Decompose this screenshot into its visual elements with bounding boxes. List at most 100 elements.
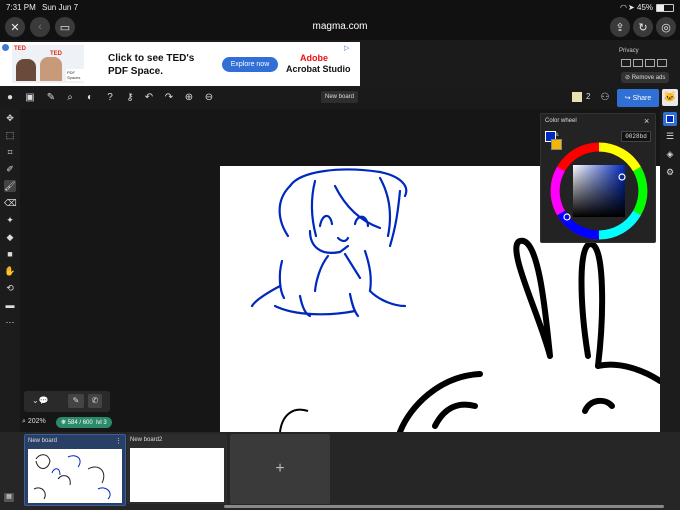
more-icon[interactable]: ⋯ (4, 316, 16, 328)
share-button[interactable]: ↪ Share (617, 89, 659, 107)
chat-icon[interactable]: ⌄💬 (32, 396, 49, 405)
board-thumbnail-sketch (33, 454, 111, 500)
privacy-link[interactable]: Privacy (619, 48, 639, 54)
select-icon[interactable]: ⬚ (4, 129, 16, 141)
brush-icon[interactable]: 🖌 (4, 180, 16, 192)
counter-value: 584 / 600 (67, 420, 93, 426)
boards-strip: New board ⋮ New board2 + ▦ (0, 432, 680, 510)
ad-cta-button[interactable]: Explore now (222, 57, 278, 72)
move-icon[interactable]: ✥ (4, 112, 16, 124)
right-panel-strip: ☰ ◈ ⚙ (660, 109, 680, 432)
wifi-icon: ◠ (620, 3, 627, 12)
battery-icon (656, 4, 674, 12)
canvas-counter-badge: ❋ 584 / 600 lvl 3 (56, 417, 112, 428)
zoom-indicator[interactable]: ⌕ 202% (22, 418, 46, 426)
ted-logo: TED (14, 46, 26, 52)
ad-thumb-label: PDF Spaces (66, 69, 84, 81)
ad-advertiser-2: Acrobat Studio (286, 64, 351, 74)
share-label: Share (632, 94, 652, 102)
ad-row: TED TED PDF Spaces Click to see TED's PD… (0, 40, 680, 87)
url-bar[interactable]: magma.com (0, 21, 680, 32)
brush-preset-icon[interactable]: ✎ (68, 394, 84, 408)
pencil-icon[interactable]: ✎ (45, 92, 57, 104)
eyedropper-icon[interactable]: ✐ (4, 163, 16, 175)
status-bar: 7:31 PM Sun Jun 7 ◠ ➤ 45% (0, 0, 680, 14)
share-sheet-icon[interactable]: ⇪ (610, 17, 630, 37)
remove-ads-button[interactable]: ⊘ Remove ads (621, 72, 670, 83)
board-thumbnail (28, 449, 122, 503)
browser-bar: ✕ ‹ ▭ magma.com ⇪ ↻ ◎ (0, 14, 680, 40)
profile-avatar[interactable]: 🐱 (662, 89, 678, 106)
ad-headline-2: PDF Space. (108, 66, 164, 77)
top-toolbar: ● ▣ ✎ ⌕ ◐ ? ⚷ ↶ ↷ ⊕ ⊖ New board 2 ⚇ ↪ Sh… (0, 87, 680, 110)
user-count: 2 (586, 92, 591, 101)
sv-square-shade (573, 165, 625, 217)
left-toolbar: ✥ ⬚ ⌗ ✐ 🖌 ⌫ ✦ ◆ ■ ✋ ⟲ ▬ ⋯ (0, 109, 20, 432)
hand-icon[interactable]: ✋ (4, 265, 16, 277)
close-icon[interactable]: × (644, 116, 649, 126)
color-wheel-panel: Color wheel × ⇅ 0028bd (540, 113, 656, 243)
ad-choices-icon[interactable]: ▷ (344, 44, 349, 52)
comment-icon[interactable]: ▬ (4, 299, 16, 311)
add-board-button[interactable]: + (230, 434, 330, 504)
layers-icon[interactable]: ◈ (664, 148, 676, 160)
board-menu-icon[interactable]: ⋮ (115, 437, 122, 445)
ad-thumbnail: TED TED PDF Spaces (12, 45, 84, 83)
palette-icon: ❋ (61, 420, 68, 426)
ad-info-icon[interactable] (2, 44, 9, 51)
settings-icon[interactable]: ⚙ (664, 166, 676, 178)
key-icon[interactable]: ⚷ (124, 92, 136, 104)
rotate-icon[interactable]: ⟲ (4, 282, 16, 294)
board-card[interactable]: New board2 (127, 434, 227, 504)
color-swatch-primary (666, 115, 674, 123)
shape-icon[interactable]: ■ (4, 248, 16, 260)
eraser-icon[interactable]: ⌫ (4, 197, 17, 209)
compass-icon[interactable]: ◎ (656, 17, 676, 37)
board-name-label[interactable]: New board (321, 91, 359, 103)
color-wheel[interactable] (549, 141, 649, 241)
level-value: lvl 3 (96, 420, 107, 426)
share-icon: ↪ (624, 95, 633, 102)
fill-icon[interactable]: ◆ (4, 231, 16, 243)
board-card[interactable]: New board ⋮ (24, 434, 126, 506)
transform-icon[interactable]: ⌗ (4, 146, 16, 158)
help-icon[interactable]: ? (104, 92, 116, 104)
zoom-out-icon[interactable]: ⊖ (203, 92, 215, 104)
black-sketch-2 (279, 408, 309, 432)
person-image-2 (40, 57, 62, 81)
person-image (16, 59, 36, 81)
swap-icon[interactable]: ⇅ (555, 132, 559, 138)
image-icon[interactable]: ▣ (24, 92, 36, 104)
smudge-icon[interactable]: ✦ (4, 214, 16, 226)
filmstrip-icon[interactable]: ▦ (4, 493, 14, 502)
reload-icon[interactable]: ↻ (633, 17, 653, 37)
zoom-in-icon[interactable]: ⊕ (183, 92, 195, 104)
add-user-icon[interactable]: ⚇ (599, 92, 611, 104)
app-menu-icon[interactable]: ● (4, 92, 16, 104)
status-date: Sun Jun 7 (42, 3, 79, 12)
ad-layout-icons[interactable] (621, 59, 667, 67)
redo-icon[interactable]: ↷ (163, 92, 175, 104)
blue-sketch (250, 168, 408, 318)
block-icon: ⊘ (625, 75, 632, 81)
home-indicator (224, 505, 664, 508)
undo-icon[interactable]: ↶ (143, 92, 155, 104)
search-icon[interactable]: ⌕ (64, 92, 76, 104)
board-name: New board2 (130, 437, 163, 443)
color-panel-title: Color wheel (545, 118, 577, 124)
board-name: New board (28, 438, 58, 444)
black-sketch (397, 237, 660, 432)
battery-percent: 45% (637, 3, 654, 12)
remove-ads-label: Remove ads (631, 75, 666, 81)
status-time: 7:31 PM (6, 3, 36, 12)
board-thumbnail (130, 448, 224, 502)
floating-controls: ⌄💬 ✎ ✆ (24, 391, 110, 412)
zoom-value: 202% (27, 418, 46, 425)
ad-headline-1: Click to see TED's (108, 53, 195, 64)
ad-banner[interactable]: TED TED PDF Spaces Click to see TED's PD… (0, 42, 360, 86)
phone-icon[interactable]: ✆ (88, 394, 102, 408)
contrast-icon[interactable]: ◐ (84, 92, 96, 104)
avatar[interactable] (572, 92, 582, 102)
location-icon: ➤ (628, 3, 635, 12)
sliders-icon[interactable]: ☰ (664, 130, 676, 142)
